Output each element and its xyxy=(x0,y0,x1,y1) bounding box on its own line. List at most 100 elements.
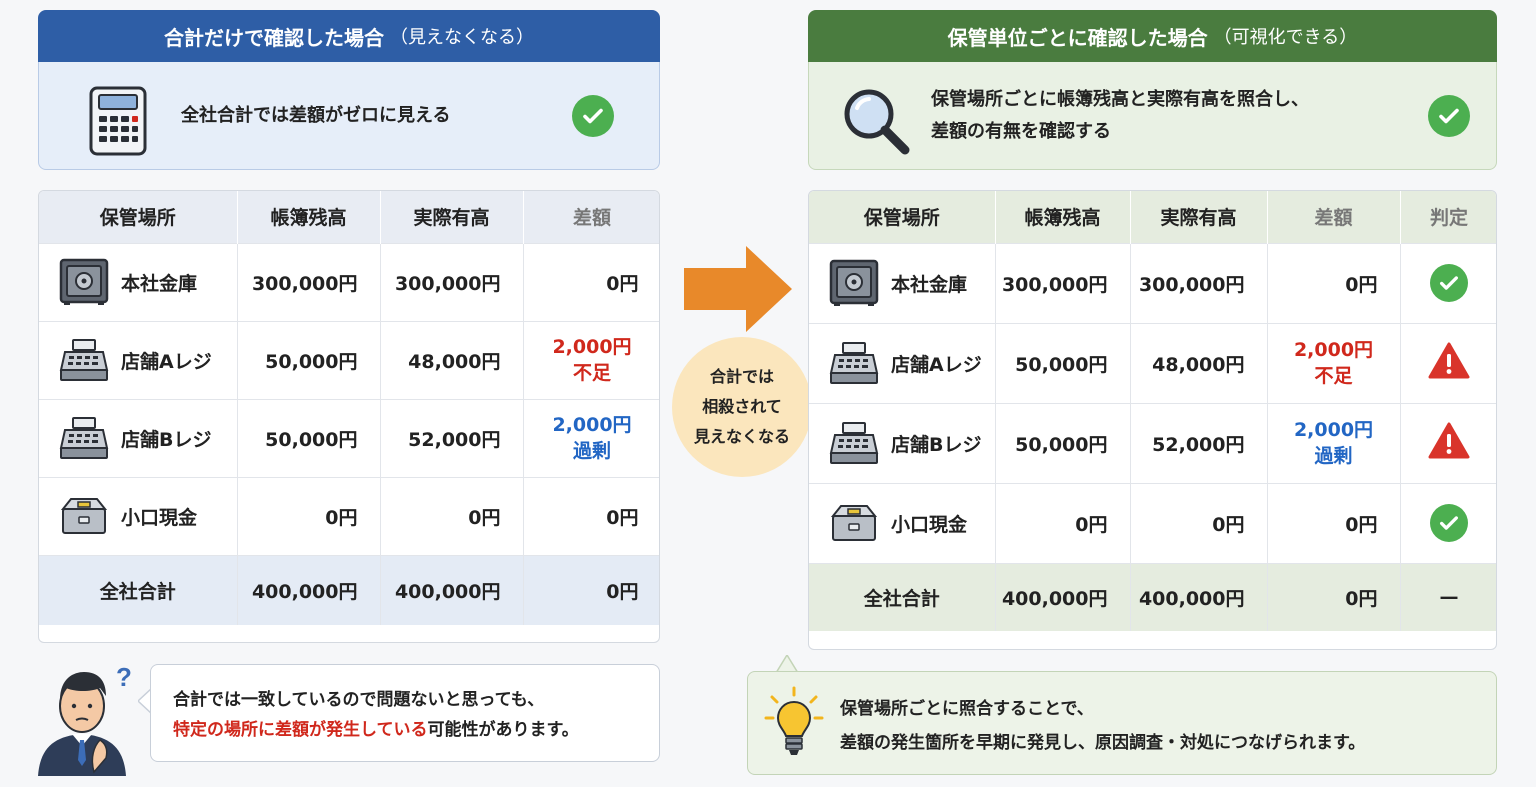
actual-balance: 0円 xyxy=(1130,482,1268,563)
judgment xyxy=(1400,322,1496,403)
total-row: 全社合計 400,000円 400,000円 0円 — xyxy=(809,562,1496,631)
difference: 0円 xyxy=(523,476,659,555)
book-balance: 50,000円 xyxy=(237,320,381,399)
book-balance: 300,000円 xyxy=(995,242,1131,323)
actual-balance: 48,000円 xyxy=(380,320,524,399)
location-name: 店舗Bレジ xyxy=(891,433,982,456)
right-arrow-icon xyxy=(684,246,792,332)
businessman-icon: ? xyxy=(38,662,132,776)
right-header-sub: （可視化できる） xyxy=(1213,27,1358,48)
total-judgment: — xyxy=(1400,562,1496,631)
difference: 0円 xyxy=(1267,482,1401,563)
total-actual: 400,000円 xyxy=(1130,562,1268,631)
check-icon xyxy=(1428,95,1470,137)
difference: 2,000円 不足 xyxy=(523,320,659,399)
table-row: 店舗Bレジ 50,000円 52,000円 2,000円 過剰 xyxy=(39,398,659,477)
right-note-line: 差額の発生箇所を早期に発見し、原因調査・対処につなげられます。 xyxy=(840,733,1366,753)
safe-icon xyxy=(829,259,879,306)
left-summary-text: 全社合計では差額がゼロに見える xyxy=(181,105,451,126)
total-label: 全社合計 xyxy=(39,554,238,625)
column-header: 実際有高 xyxy=(380,191,524,243)
difference-amount: 2,000円 xyxy=(1293,339,1374,361)
difference: 0円 xyxy=(1267,242,1401,323)
book-balance: 0円 xyxy=(237,476,381,555)
location-name: 店舗Aレジ xyxy=(121,350,212,373)
difference: 2,000円 過剰 xyxy=(1267,402,1401,483)
left-note-line: 合計では一致しているので問題ないと思っても、 xyxy=(173,690,545,710)
difference-status: 過剰 xyxy=(572,440,611,462)
cash-register-icon xyxy=(59,417,109,459)
safe-icon xyxy=(59,258,109,305)
total-actual: 400,000円 xyxy=(380,554,524,625)
book-balance: 50,000円 xyxy=(237,398,381,477)
actual-balance: 48,000円 xyxy=(1130,322,1268,403)
difference: 2,000円 過剰 xyxy=(523,398,659,477)
column-header: 保管場所 xyxy=(39,191,238,243)
right-summary-line: 保管場所ごとに帳簿残高と実際有高を照合し、 xyxy=(931,89,1309,110)
right-panel: 保管単位ごとに確認した場合 （可視化できる） 保管場所ごとに帳簿残高と実際有高を… xyxy=(808,10,1497,170)
magnifier-icon xyxy=(844,89,910,155)
location-name: 小口現金 xyxy=(121,506,198,529)
table-row: 店舗Aレジ 50,000円 48,000円 2,000円 不足 xyxy=(39,320,659,399)
cash-register-icon xyxy=(829,342,879,384)
cash-box-icon xyxy=(830,505,878,541)
difference-status: 不足 xyxy=(572,362,611,384)
cash-register-icon xyxy=(59,339,109,381)
location-name: 本社金庫 xyxy=(121,272,198,295)
total-diff: 0円 xyxy=(1267,562,1401,631)
difference-status: 不足 xyxy=(1314,365,1353,387)
calculator-icon xyxy=(89,86,147,156)
book-balance: 0円 xyxy=(995,482,1131,563)
left-summary-box: 全社合計では差額がゼロに見える xyxy=(38,62,660,170)
warning-icon xyxy=(1428,422,1470,458)
column-header: 差額 xyxy=(523,191,659,243)
table-row: 店舗Bレジ 50,000円 52,000円 2,000円 過剰 xyxy=(809,402,1496,483)
total-diff: 0円 xyxy=(523,554,659,625)
check-icon xyxy=(1430,504,1468,542)
warning-icon xyxy=(1428,342,1470,378)
actual-balance: 52,000円 xyxy=(380,398,524,477)
column-header: 差額 xyxy=(1267,191,1401,243)
left-header-title: 合計だけで確認した場合 xyxy=(164,25,384,50)
judgment xyxy=(1400,482,1496,563)
cash-register-icon xyxy=(829,422,879,464)
total-book: 400,000円 xyxy=(995,562,1131,631)
actual-balance: 0円 xyxy=(380,476,524,555)
difference: 2,000円 不足 xyxy=(1267,322,1401,403)
column-header: 実際有高 xyxy=(1130,191,1268,243)
table-row: 本社金庫 300,000円 300,000円 0円 xyxy=(39,242,659,321)
cash-box-icon xyxy=(60,498,108,534)
check-icon xyxy=(1430,264,1468,302)
offset-note-line: 合計では xyxy=(709,367,774,386)
left-note: 合計では一致しているので問題ないと思っても、 特定の場所に差額が発生している可能… xyxy=(150,664,660,762)
actual-balance: 52,000円 xyxy=(1130,402,1268,483)
difference-amount: 2,000円 xyxy=(552,414,632,436)
judgment xyxy=(1400,242,1496,323)
right-summary-line: 差額の有無を確認する xyxy=(931,121,1111,142)
offset-note-line: 見えなくなる xyxy=(693,427,790,446)
book-balance: 50,000円 xyxy=(995,402,1131,483)
offset-note: 合計では 相殺されて 見えなくなる xyxy=(672,337,812,477)
location-name: 店舗Aレジ xyxy=(891,353,982,376)
actual-balance: 300,000円 xyxy=(380,242,524,321)
difference: 0円 xyxy=(523,242,659,321)
right-table: 保管場所 帳簿残高 実際有高 差額 判定 本社金庫 300,000円 300,0… xyxy=(808,190,1497,650)
column-header: 帳簿残高 xyxy=(237,191,381,243)
total-label: 全社合計 xyxy=(809,562,996,631)
column-header: 帳簿残高 xyxy=(995,191,1131,243)
left-header-sub: （見えなくなる） xyxy=(390,27,534,48)
lightbulb-icon xyxy=(764,686,824,755)
location-name: 店舗Bレジ xyxy=(121,428,212,451)
left-table: 保管場所 帳簿残高 実際有高 差額 本社金庫 300,000円 300,000円… xyxy=(38,190,660,643)
left-header: 合計だけで確認した場合 （見えなくなる） xyxy=(38,10,660,62)
book-balance: 50,000円 xyxy=(995,322,1131,403)
location-name: 小口現金 xyxy=(891,513,968,536)
offset-note-line: 相殺されて xyxy=(702,397,782,416)
right-summary-box: 保管場所ごとに帳簿残高と実際有高を照合し、 差額の有無を確認する xyxy=(808,62,1497,170)
check-icon xyxy=(572,95,614,137)
right-note: 保管場所ごとに照合することで、 差額の発生箇所を早期に発見し、原因調査・対処につ… xyxy=(747,671,1497,775)
difference-amount: 2,000円 xyxy=(1293,419,1374,441)
location-name: 本社金庫 xyxy=(891,273,968,296)
total-row: 全社合計 400,000円 400,000円 0円 xyxy=(39,554,659,625)
column-header: 判定 xyxy=(1400,191,1496,243)
